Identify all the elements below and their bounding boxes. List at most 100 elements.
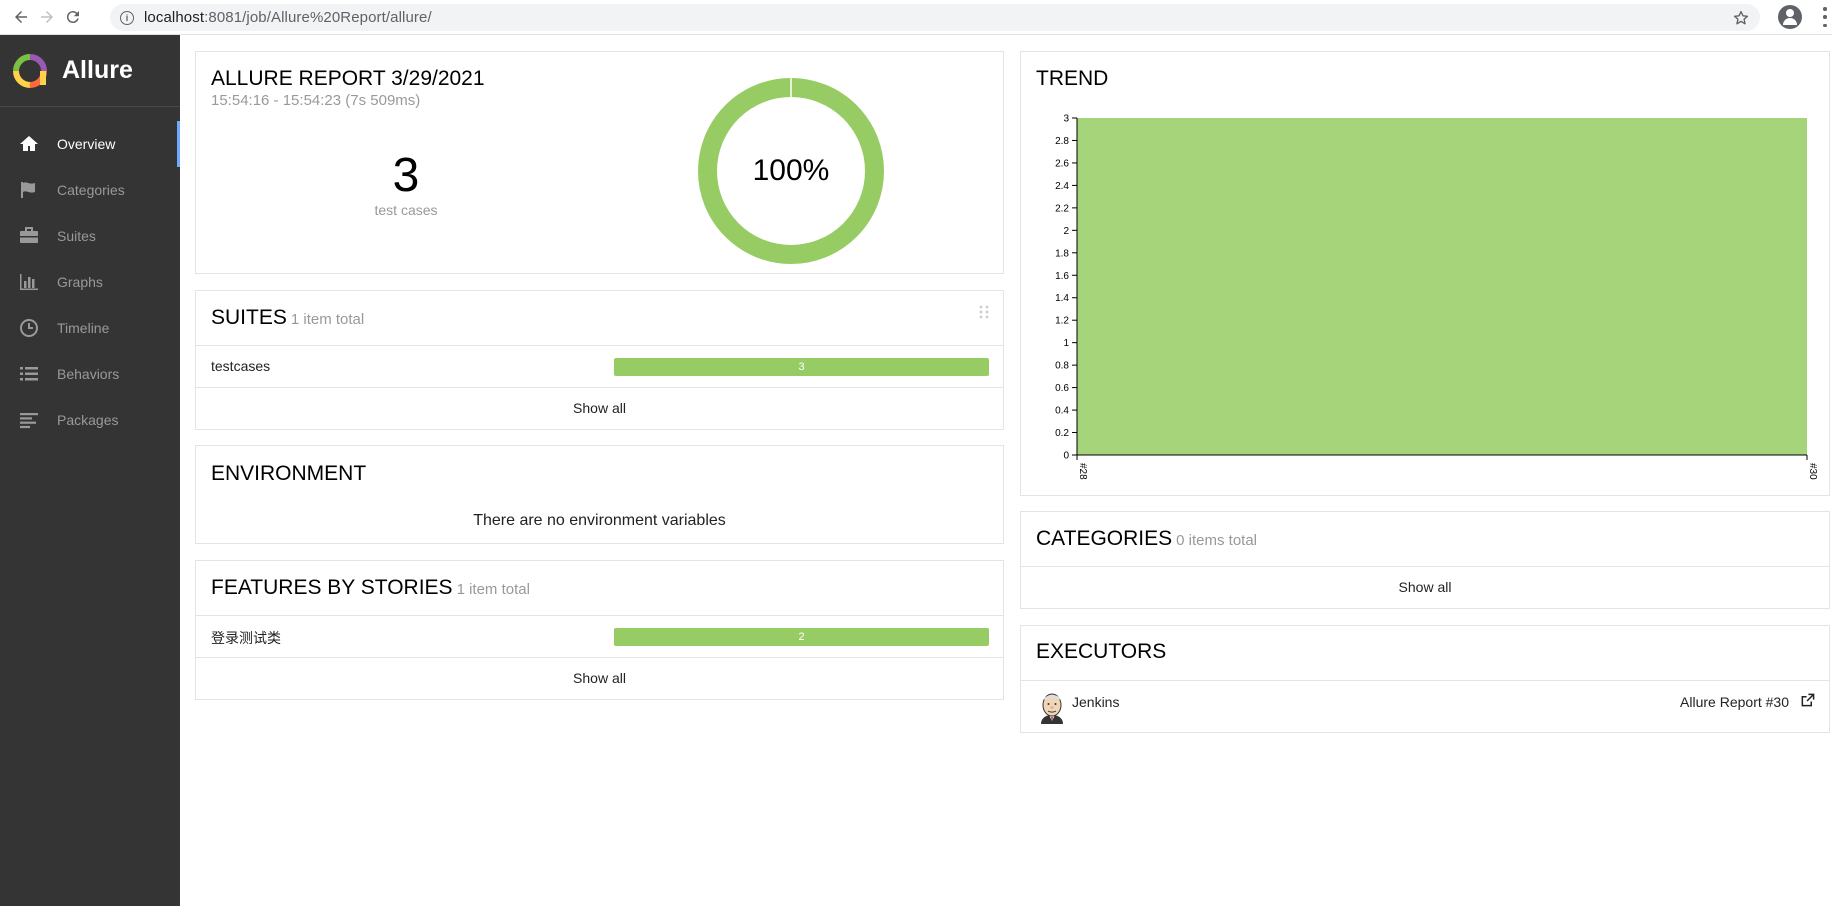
- clock-icon: [18, 317, 40, 339]
- trend-y-tick-label: 2: [1063, 226, 1069, 237]
- forward-button[interactable]: [35, 5, 59, 29]
- url-path: :8081/job/Allure%20Report/allure/: [204, 9, 432, 26]
- info-icon[interactable]: i: [120, 10, 134, 25]
- sidebar-item-label: Overview: [57, 136, 116, 152]
- trend-x-tick-label: #28: [1077, 463, 1088, 480]
- show-all-row: Show all: [1021, 566, 1829, 610]
- sidebar-item-suites[interactable]: Suites: [0, 213, 180, 259]
- environment-widget: ENVIRONMENT There are no environment var…: [195, 445, 1004, 544]
- arrow-left-icon: [15, 11, 27, 23]
- reload-button[interactable]: [61, 5, 85, 29]
- suites-subtitle: 1 item total: [290, 311, 365, 328]
- executor-build-link[interactable]: Allure Report #30: [1680, 694, 1789, 710]
- trend-y-tick-label: 2.6: [1055, 158, 1069, 169]
- trend-y-tick-label: 0.6: [1055, 383, 1069, 394]
- categories-title-line: CATEGORIES 0 items total: [1036, 527, 1257, 551]
- summary-widget: ALLURE REPORT 3/29/2021 15:54:16 - 15:54…: [195, 51, 1004, 274]
- flag-icon: [18, 179, 40, 201]
- trend-passed-area[interactable]: [1077, 118, 1807, 455]
- url-host: localhost: [144, 9, 205, 26]
- trend-y-tick-label: 0: [1063, 451, 1069, 462]
- trend-widget: TREND 0 0.2 0.4 0.6 0.8 1 1.2 1.4 1.6 1.8 2 2.2 2.4 2…: [1020, 51, 1830, 496]
- features-title-line: FEATURES BY STORIES 1 item total: [211, 576, 530, 600]
- trend-chart[interactable]: 0 0.2 0.4 0.6 0.8 1 1.2 1.4 1.6 1.8 2 2.2 2.4 2.6 2.8 3…: [1021, 52, 1831, 497]
- trend-y-tick-label: 1.6: [1055, 271, 1069, 282]
- trend-y-tick-label: 1.4: [1055, 293, 1069, 304]
- report-time: 15:54:16 - 15:54:23 (7s 509ms): [211, 92, 421, 109]
- categories-show-all-link[interactable]: Show all: [1021, 579, 1829, 595]
- brand-title: Allure: [62, 56, 133, 84]
- table-row[interactable]: testcases 3: [196, 345, 1003, 387]
- trend-y-tick-label: 0.2: [1055, 428, 1069, 439]
- show-all-row: Show all: [196, 657, 1003, 701]
- sidebar-item-label: Categories: [57, 182, 125, 198]
- sidebar-menu: Overview Categories Suites Graphs Timeli…: [0, 121, 180, 443]
- suite-status-bar[interactable]: 3: [614, 358, 989, 376]
- sidebar-item-label: Behaviors: [57, 366, 120, 382]
- suites-show-all-link[interactable]: Show all: [196, 400, 1003, 416]
- test-case-count: 3: [392, 149, 420, 202]
- sidebar-item-overview[interactable]: Overview: [0, 121, 180, 167]
- sidebar-item-label: Timeline: [57, 320, 110, 336]
- briefcase-icon: [18, 225, 40, 247]
- url-text: localhost:8081/job/Allure%20Report/allur…: [144, 9, 432, 26]
- allure-logo-icon: [13, 53, 47, 88]
- feature-status-bar[interactable]: 2: [614, 628, 989, 646]
- align-left-icon: [18, 409, 40, 431]
- trend-y-tick-label: 0.4: [1055, 406, 1069, 417]
- environment-title: ENVIRONMENT: [211, 462, 367, 485]
- categories-widget: CATEGORIES 0 items total Show all: [1020, 511, 1830, 609]
- sidebar-item-packages[interactable]: Packages: [0, 397, 180, 443]
- suites-widget: SUITES 1 item total testcases 3 Show all: [195, 290, 1004, 430]
- features-show-all-link[interactable]: Show all: [196, 670, 1003, 686]
- home-icon: [18, 133, 40, 155]
- sidebar: Allure Overview Categories Suites Graphs…: [0, 35, 180, 906]
- more-menu-icon[interactable]: [1822, 7, 1828, 27]
- bar-chart-icon: [18, 271, 40, 293]
- sidebar-item-timeline[interactable]: Timeline: [0, 305, 180, 351]
- trend-y-tick-label: 1: [1063, 338, 1069, 349]
- browser-toolbar: i localhost:8081/job/Allure%20Report/all…: [0, 0, 1832, 35]
- brand[interactable]: Allure: [0, 35, 180, 107]
- reload-icon: [66, 11, 79, 24]
- test-case-count-label: test cases: [374, 202, 438, 218]
- show-all-row: Show all: [196, 387, 1003, 431]
- sidebar-item-graphs[interactable]: Graphs: [0, 259, 180, 305]
- trend-y-tick-label: 3: [1063, 114, 1069, 125]
- executor-row[interactable]: Jenkins Allure Report #30: [1021, 680, 1829, 734]
- executors-title: EXECUTORS: [1036, 640, 1167, 663]
- sidebar-item-categories[interactable]: Categories: [0, 167, 180, 213]
- table-row[interactable]: 登录测试类 2: [196, 615, 1003, 657]
- address-bar[interactable]: i localhost:8081/job/Allure%20Report/all…: [110, 4, 1760, 31]
- profile-icon[interactable]: [1778, 5, 1802, 29]
- trend-y-tick-label: 2.8: [1055, 136, 1069, 147]
- features-widget: FEATURES BY STORIES 1 item total 登录测试类 2 …: [195, 560, 1004, 700]
- jenkins-icon: [1041, 693, 1063, 724]
- star-icon[interactable]: [1732, 9, 1750, 27]
- back-button[interactable]: [9, 5, 33, 29]
- drag-handle-icon[interactable]: [979, 305, 989, 319]
- executors-widget: EXECUTORS Jenkins Allure Report #30: [1020, 625, 1830, 733]
- environment-empty-message: There are no environment variables: [473, 512, 726, 529]
- features-subtitle: 1 item total: [456, 581, 530, 598]
- suites-title-line: SUITES 1 item total: [211, 306, 364, 330]
- sidebar-item-label: Packages: [57, 412, 119, 428]
- trend-y-tick-label: 2.4: [1055, 181, 1069, 192]
- sidebar-item-label: Suites: [57, 228, 96, 244]
- arrow-right-icon: [41, 11, 53, 23]
- trend-y-tick-label: 1.8: [1055, 248, 1069, 259]
- trend-x-tick-label: #30: [1807, 463, 1818, 480]
- sidebar-item-label: Graphs: [57, 274, 103, 290]
- external-link-icon[interactable]: [1800, 693, 1815, 708]
- trend-y-tick-label: 0.8: [1055, 361, 1069, 372]
- trend-y-tick-label: 1.2: [1055, 316, 1069, 327]
- sidebar-item-behaviors[interactable]: Behaviors: [0, 351, 180, 397]
- trend-y-tick-label: 2.2: [1055, 203, 1069, 214]
- success-rate-percent: 100%: [752, 154, 830, 187]
- report-title: ALLURE REPORT 3/29/2021: [211, 67, 485, 90]
- suites-title: SUITES: [211, 306, 287, 329]
- list-icon: [18, 363, 40, 385]
- feature-name: 登录测试类: [211, 630, 281, 646]
- categories-subtitle: 0 items total: [1176, 532, 1258, 549]
- suite-name: testcases: [211, 358, 271, 374]
